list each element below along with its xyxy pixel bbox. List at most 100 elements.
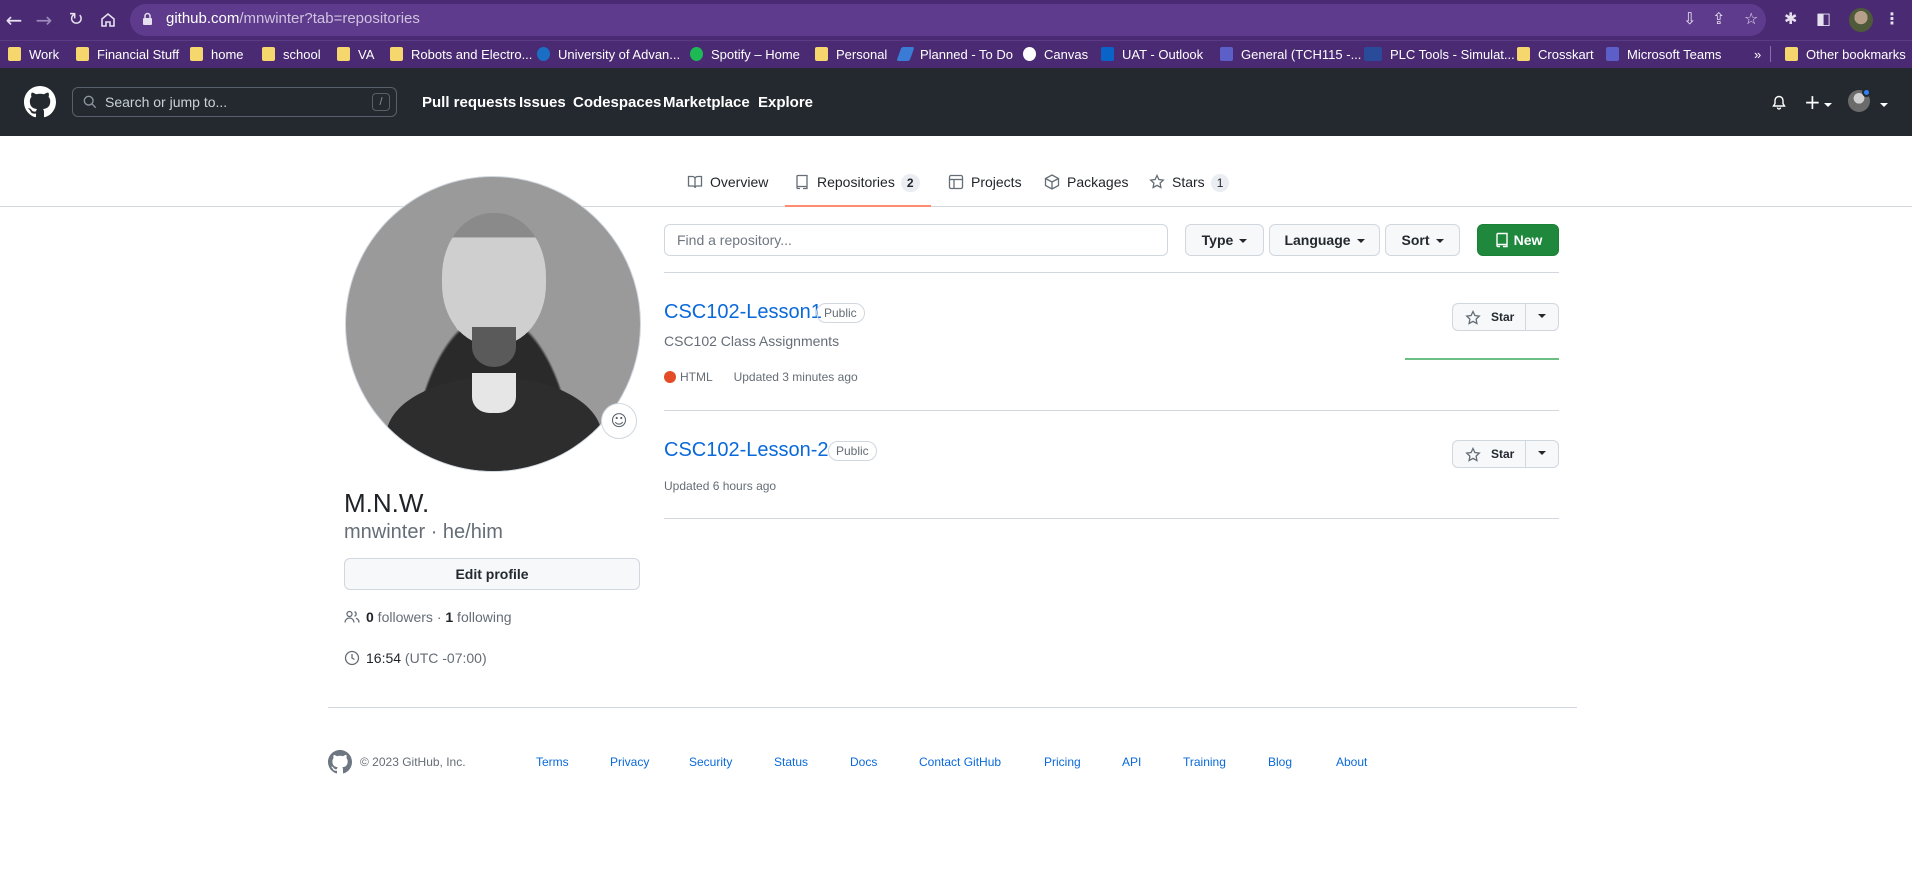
footer-link-status[interactable]: Status [774, 755, 808, 769]
browser-profile-avatar[interactable] [1849, 8, 1873, 32]
bookmark-work[interactable]: Work [8, 46, 59, 64]
bookmark-spotify[interactable]: Spotify – Home [690, 46, 800, 64]
github-logo-icon[interactable] [24, 86, 56, 118]
bookmark-other[interactable]: Other bookmarks [1785, 46, 1906, 64]
bookmark-outlook[interactable]: UAT - Outlook [1101, 46, 1203, 64]
stars-count: 1 [1210, 174, 1230, 192]
edit-profile-button[interactable]: Edit profile [344, 558, 640, 590]
lock-icon [143, 12, 152, 25]
bookmark-university[interactable]: University of Advan... [537, 46, 680, 64]
bookmark-school[interactable]: school [262, 46, 321, 64]
nav-explore[interactable]: Explore [758, 94, 813, 111]
repo-meta: HTML Updated 3 minutes ago [664, 370, 858, 384]
folder-icon [1517, 47, 1530, 61]
star-button[interactable]: Star [1452, 303, 1526, 331]
nav-pull-requests[interactable]: Pull requests [422, 94, 516, 111]
footer-link-training[interactable]: Training [1183, 755, 1226, 769]
footer-link-pricing[interactable]: Pricing [1044, 755, 1081, 769]
visibility-badge: Public [816, 303, 865, 323]
search-shortcut-key: / [372, 93, 390, 111]
tab-overview[interactable]: Overview [687, 174, 768, 192]
more-menu-icon[interactable]: ⋮ [1884, 9, 1900, 28]
followers-count[interactable]: 0 [366, 609, 374, 625]
repo-name-link[interactable]: CSC102-Lesson-2 [664, 439, 829, 462]
following-link[interactable]: following [453, 609, 512, 625]
star-button[interactable]: Star [1452, 440, 1526, 468]
footer-link-docs[interactable]: Docs [850, 755, 877, 769]
bookmark-star-icon[interactable]: ☆ [1744, 9, 1758, 28]
browser-toolbar: ← → ↻ github.com/mnwinter?tab=repositori… [0, 0, 1912, 40]
bookmark-canvas[interactable]: Canvas [1023, 46, 1088, 64]
sort-filter-button[interactable]: Sort [1385, 224, 1460, 256]
book-icon [687, 175, 703, 189]
back-arrow-icon[interactable]: ← [2, 8, 26, 32]
tab-repositories[interactable]: Repositories 2 [794, 174, 920, 192]
bookmark-financial-stuff[interactable]: Financial Stuff [76, 46, 179, 64]
folder-icon [76, 47, 89, 61]
folder-icon [390, 47, 403, 61]
tabs-divider [0, 206, 1912, 207]
tab-stars[interactable]: Stars 1 [1149, 173, 1230, 192]
canvas-icon [1023, 47, 1036, 61]
type-filter-button[interactable]: Type [1185, 224, 1264, 256]
url-text[interactable]: github.com/mnwinter?tab=repositories [166, 10, 420, 27]
bookmark-personal[interactable]: Personal [815, 46, 887, 64]
bookmark-crosskart[interactable]: Crosskart [1517, 46, 1594, 64]
people-icon [344, 610, 360, 623]
forward-arrow-icon[interactable]: → [32, 8, 56, 32]
star-list-dropdown[interactable] [1525, 440, 1559, 468]
footer-link-contact[interactable]: Contact GitHub [919, 755, 1001, 769]
github-mark-icon[interactable] [328, 750, 352, 774]
bookmark-general[interactable]: General (TCH115 -... [1220, 46, 1361, 64]
repo-icon [796, 174, 808, 190]
repo-name-link[interactable]: CSC102-Lesson1 [664, 301, 822, 324]
bookmark-planned[interactable]: Planned - To Do [896, 46, 1013, 64]
profile-avatar[interactable] [345, 176, 641, 472]
tab-packages[interactable]: Packages [1044, 174, 1128, 192]
find-repository-input[interactable] [664, 224, 1168, 256]
language-filter-button[interactable]: Language [1269, 224, 1380, 256]
bookmark-va[interactable]: VA [337, 46, 374, 64]
following-count[interactable]: 1 [445, 609, 453, 625]
planner-icon [896, 47, 915, 61]
bookmarks-divider [1770, 46, 1771, 62]
tab-projects[interactable]: Projects [948, 174, 1022, 192]
search-placeholder: Search or jump to... [105, 94, 228, 110]
bookmark-microsoft-teams[interactable]: Microsoft Teams [1606, 46, 1721, 64]
chevron-down-icon [1435, 239, 1444, 243]
outlook-icon [1101, 47, 1114, 61]
search-input[interactable]: Search or jump to... / [72, 87, 397, 117]
footer-link-privacy[interactable]: Privacy [610, 755, 649, 769]
profile-full-name: M.N.W. [344, 488, 430, 518]
nav-issues[interactable]: Issues [519, 94, 566, 111]
footer-link-about[interactable]: About [1336, 755, 1367, 769]
user-menu-caret-icon[interactable] [1880, 103, 1888, 107]
notifications-bell-icon[interactable] [1771, 95, 1787, 111]
star-list-dropdown[interactable] [1525, 303, 1559, 331]
footer-link-terms[interactable]: Terms [536, 755, 569, 769]
extensions-icon[interactable]: ✱ [1784, 9, 1797, 28]
set-status-smiley-icon[interactable]: ☺ [601, 403, 637, 439]
profile-username: mnwinter · he/him [344, 521, 503, 543]
create-caret-icon[interactable] [1824, 103, 1832, 107]
bookmark-robots[interactable]: Robots and Electro... [390, 46, 532, 64]
bookmark-plc-tools[interactable]: PLC Tools - Simulat... [1364, 46, 1515, 64]
nav-marketplace[interactable]: Marketplace [663, 94, 750, 111]
followers-link[interactable]: followers · [374, 609, 446, 625]
folder-icon [815, 47, 828, 61]
bookmark-home[interactable]: home [190, 46, 244, 64]
home-icon[interactable] [96, 8, 120, 32]
more-bookmarks-chevron-icon[interactable]: » [1754, 46, 1761, 64]
nav-codespaces[interactable]: Codespaces [573, 94, 661, 111]
new-repository-button[interactable]: New [1477, 224, 1559, 256]
reload-icon[interactable]: ↻ [64, 8, 88, 32]
share-icon[interactable]: ⇪ [1712, 9, 1725, 28]
install-icon[interactable]: ⇩ [1683, 9, 1696, 28]
footer-link-api[interactable]: API [1122, 755, 1141, 769]
footer-link-security[interactable]: Security [689, 755, 732, 769]
create-new-plus-icon[interactable]: + [1804, 90, 1821, 114]
footer-link-blog[interactable]: Blog [1268, 755, 1292, 769]
visibility-badge: Public [828, 441, 877, 461]
avatar-face [442, 213, 546, 345]
side-panel-icon[interactable]: ◧ [1816, 9, 1831, 28]
